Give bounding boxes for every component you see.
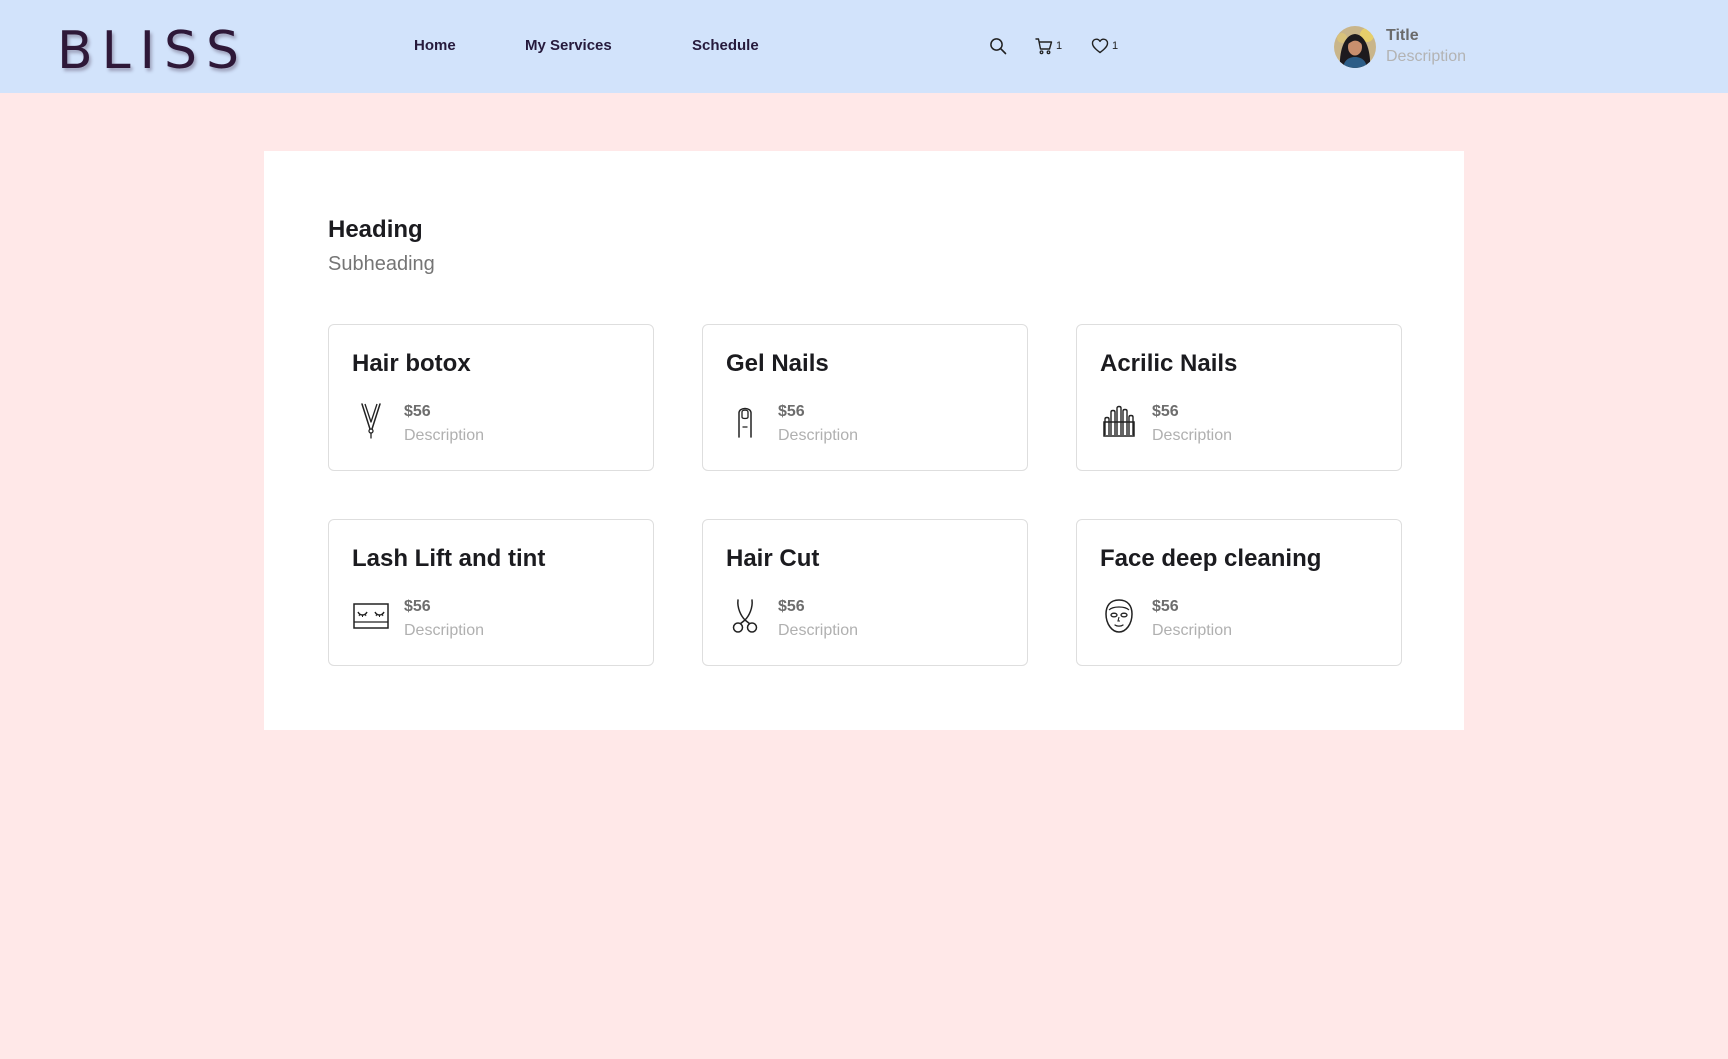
services-panel: Heading Subheading Hair botox $56 Descri… — [264, 151, 1464, 730]
service-price: $56 — [778, 403, 805, 420]
service-description: Description — [404, 622, 485, 639]
service-price: $56 — [778, 598, 805, 615]
service-card-lash-lift[interactable]: Lash Lift and tint $56 Description — [328, 519, 654, 666]
service-card-face-cleaning[interactable]: Face deep cleaning $56 Description — [1076, 519, 1402, 666]
avatar — [1334, 26, 1376, 68]
service-description: Description — [1152, 622, 1233, 639]
section-heading: Heading — [328, 216, 423, 243]
user-profile[interactable]: Title Description — [1334, 26, 1466, 68]
service-price: $56 — [1152, 598, 1179, 615]
nav-my-services[interactable]: My Services — [525, 36, 612, 56]
nail-polish-bottles-icon — [1100, 402, 1138, 440]
service-name: Lash Lift and tint — [352, 545, 546, 572]
service-price: $56 — [404, 598, 431, 615]
favorites-button[interactable]: 1 — [1091, 36, 1118, 56]
service-price: $56 — [404, 403, 431, 420]
brand-logo[interactable]: BLISS — [57, 22, 248, 80]
service-card-acrilic-nails[interactable]: Acrilic Nails $56 Description — [1076, 324, 1402, 471]
service-name: Face deep cleaning — [1100, 545, 1322, 572]
profile-title: Title — [1386, 27, 1419, 44]
favorites-count: 1 — [1112, 40, 1119, 52]
service-card-hair-cut[interactable]: Hair Cut $56 Description — [702, 519, 1028, 666]
service-name: Hair botox — [352, 350, 471, 377]
search-button[interactable] — [989, 36, 1007, 56]
section-subheading: Subheading — [328, 253, 435, 275]
scissors-icon — [726, 597, 764, 635]
hair-straightener-icon — [352, 402, 390, 440]
service-name: Gel Nails — [726, 350, 829, 377]
service-description: Description — [1152, 427, 1233, 444]
cart-count: 1 — [1056, 40, 1063, 52]
top-header: BLISS Home My Services Schedule 1 1 Titl… — [0, 0, 1728, 93]
service-price: $56 — [1152, 403, 1179, 420]
search-icon — [990, 38, 1007, 55]
heart-icon — [1091, 38, 1109, 54]
face-mask-icon — [1100, 597, 1138, 635]
nav-home[interactable]: Home — [414, 36, 456, 56]
service-description: Description — [778, 427, 859, 444]
finger-nail-icon — [726, 402, 764, 440]
service-card-gel-nails[interactable]: Gel Nails $56 Description — [702, 324, 1028, 471]
service-name: Hair Cut — [726, 545, 820, 572]
service-description: Description — [404, 427, 485, 444]
service-description: Description — [778, 622, 859, 639]
nav-schedule[interactable]: Schedule — [692, 36, 759, 56]
service-card-hair-botox[interactable]: Hair botox $56 Description — [328, 324, 654, 471]
eyelash-icon — [352, 597, 390, 635]
service-name: Acrilic Nails — [1100, 350, 1238, 377]
profile-description: Description — [1386, 48, 1467, 65]
cart-icon — [1035, 38, 1053, 55]
cart-button[interactable]: 1 — [1035, 36, 1062, 56]
